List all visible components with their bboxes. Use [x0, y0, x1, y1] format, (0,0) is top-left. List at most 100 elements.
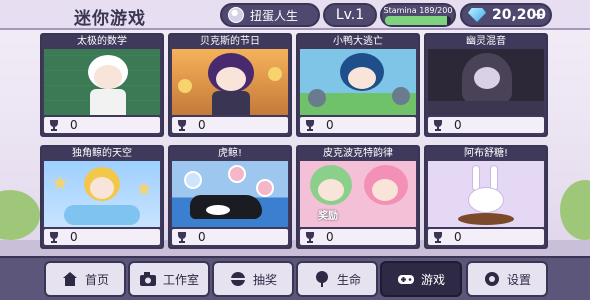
trophy-icon [50, 120, 58, 131]
gacha-ball-icon [228, 7, 244, 23]
gamepad-icon [397, 275, 414, 284]
level-badge: Lv.1 [323, 3, 377, 27]
game-card-title: 独角鲸的天空 [72, 148, 132, 159]
add-gems-button[interactable]: + [532, 7, 544, 23]
game-thumbnail-bex-festival [172, 49, 288, 115]
gear-icon [484, 272, 499, 286]
game-thumbnail-orca [172, 161, 288, 227]
character-face [318, 179, 344, 201]
character-face [372, 179, 398, 201]
game-card-footer: 0 [300, 117, 416, 133]
narwhal [64, 205, 140, 225]
game-thumbnail-abu-sugar [428, 161, 544, 227]
page-title: 迷你游戏 [74, 9, 146, 29]
reward-label: 奖励 [318, 211, 338, 222]
nav-studio-label: 工作室 [162, 272, 199, 287]
trophy-icon [434, 232, 442, 243]
camera-icon [139, 272, 156, 286]
trophy-icon [306, 232, 314, 243]
character-face [90, 177, 114, 199]
game-card-score: 0 [454, 118, 462, 132]
mixer-desk [428, 101, 544, 115]
nav-games-button[interactable]: 游戏 [380, 261, 462, 297]
game-card-score: 0 [454, 230, 462, 244]
lantern [268, 67, 282, 81]
trophy-icon [434, 120, 442, 131]
game-card-footer: 0 [428, 229, 544, 245]
game-card-title: 贝克斯的节日 [200, 36, 260, 47]
duck [392, 87, 410, 105]
game-card-footer: 0 [172, 117, 288, 133]
nav-games-label: 游戏 [420, 272, 445, 287]
stamina-bar-fill [385, 15, 448, 25]
ball [256, 179, 274, 197]
game-card-footer: 0 [172, 229, 288, 245]
trophy-icon [178, 232, 186, 243]
rabbit-hole [458, 213, 514, 225]
game-card-taiji-math[interactable]: 太极的数学 0 [40, 33, 164, 137]
game-card-footer: 0 [428, 117, 544, 133]
nav-home-label: 首页 [84, 272, 109, 287]
game-card-bex-festival[interactable]: 贝克斯的节日 0 [168, 33, 292, 137]
diamond-icon [468, 8, 486, 22]
game-card-title: 皮克波克特韵律 [323, 148, 393, 159]
nav-settings-label: 设置 [506, 272, 531, 287]
stamina-meter: Stamina 189/200 [380, 3, 456, 27]
bunny [468, 187, 504, 213]
nav-gacha-label: 抽奖 [252, 272, 277, 287]
stamina-bar [385, 15, 451, 25]
stamina-label: Stamina 189/200 [383, 5, 453, 15]
nav-settings-button[interactable]: 设置 [466, 261, 548, 297]
lantern [178, 79, 192, 93]
star-icon [52, 175, 68, 190]
tree-icon [315, 271, 328, 287]
ball [228, 165, 246, 183]
duck [308, 89, 326, 107]
game-switch-label: 扭蛋人生 [250, 8, 299, 23]
game-card-abu-sugar[interactable]: 阿布舒糖! 0 [424, 145, 548, 249]
game-card-orca[interactable]: 虎鲸! 0 [168, 145, 292, 249]
game-card-duck-escape[interactable]: 小鸭大逃亡 0 [296, 33, 420, 137]
game-card-title: 太极的数学 [77, 36, 127, 47]
game-card-score: 0 [326, 230, 334, 244]
game-card-footer: 0 [44, 229, 160, 245]
game-card-score: 0 [70, 118, 78, 132]
game-card-score: 0 [326, 118, 334, 132]
game-card-title: 小鸭大逃亡 [333, 36, 383, 47]
game-card-title: 幽灵混音 [466, 36, 506, 47]
game-card-title: 阿布舒糖! [463, 148, 508, 159]
game-card-ghost-remix[interactable]: 幽灵混音 0 [424, 33, 548, 137]
game-card-narwhal-sky[interactable]: 独角鲸的天空 0 [40, 145, 164, 249]
character-face [94, 65, 122, 89]
nav-studio-button[interactable]: 工作室 [128, 261, 210, 297]
character-face [348, 67, 376, 89]
top-bar: 迷你游戏 扭蛋人生 Lv.1 Stamina 189/200 20,200 + [0, 0, 590, 30]
ball [184, 171, 202, 189]
trophy-icon [178, 120, 186, 131]
game-thumbnail-narwhal-sky [44, 161, 160, 227]
game-thumbnail-taiji-math [44, 49, 160, 115]
trophy-icon [306, 120, 314, 131]
nav-gacha-button[interactable]: 抽奖 [212, 261, 294, 297]
nav-life-button[interactable]: 生命 [296, 261, 378, 297]
nav-home-button[interactable]: 首页 [44, 261, 126, 297]
nav-life-label: 生命 [336, 272, 361, 287]
game-card-footer: 0 [44, 117, 160, 133]
character-face [474, 67, 500, 89]
character-face [216, 67, 246, 91]
game-thumbnail-duck-escape [300, 49, 416, 115]
character-body [212, 91, 250, 115]
game-thumbnail-ghost-remix [428, 49, 544, 115]
game-card-score: 0 [70, 230, 78, 244]
bottom-nav: 首页 工作室 抽奖 生命 游戏 设置 [0, 256, 590, 300]
character-body [90, 89, 126, 115]
game-switch-button[interactable]: 扭蛋人生 [220, 3, 320, 27]
star-icon [136, 181, 152, 196]
orca-belly [206, 205, 230, 215]
game-thumbnail-pickpocket-rhythm: 奖励 [300, 161, 416, 227]
game-card-pickpocket-rhythm[interactable]: 皮克波克特韵律 奖励 0 [296, 145, 420, 249]
gacha-ball-icon [230, 272, 245, 286]
trophy-icon [50, 232, 58, 243]
game-card-title: 虎鲸! [217, 148, 242, 159]
game-card-score: 0 [198, 230, 206, 244]
